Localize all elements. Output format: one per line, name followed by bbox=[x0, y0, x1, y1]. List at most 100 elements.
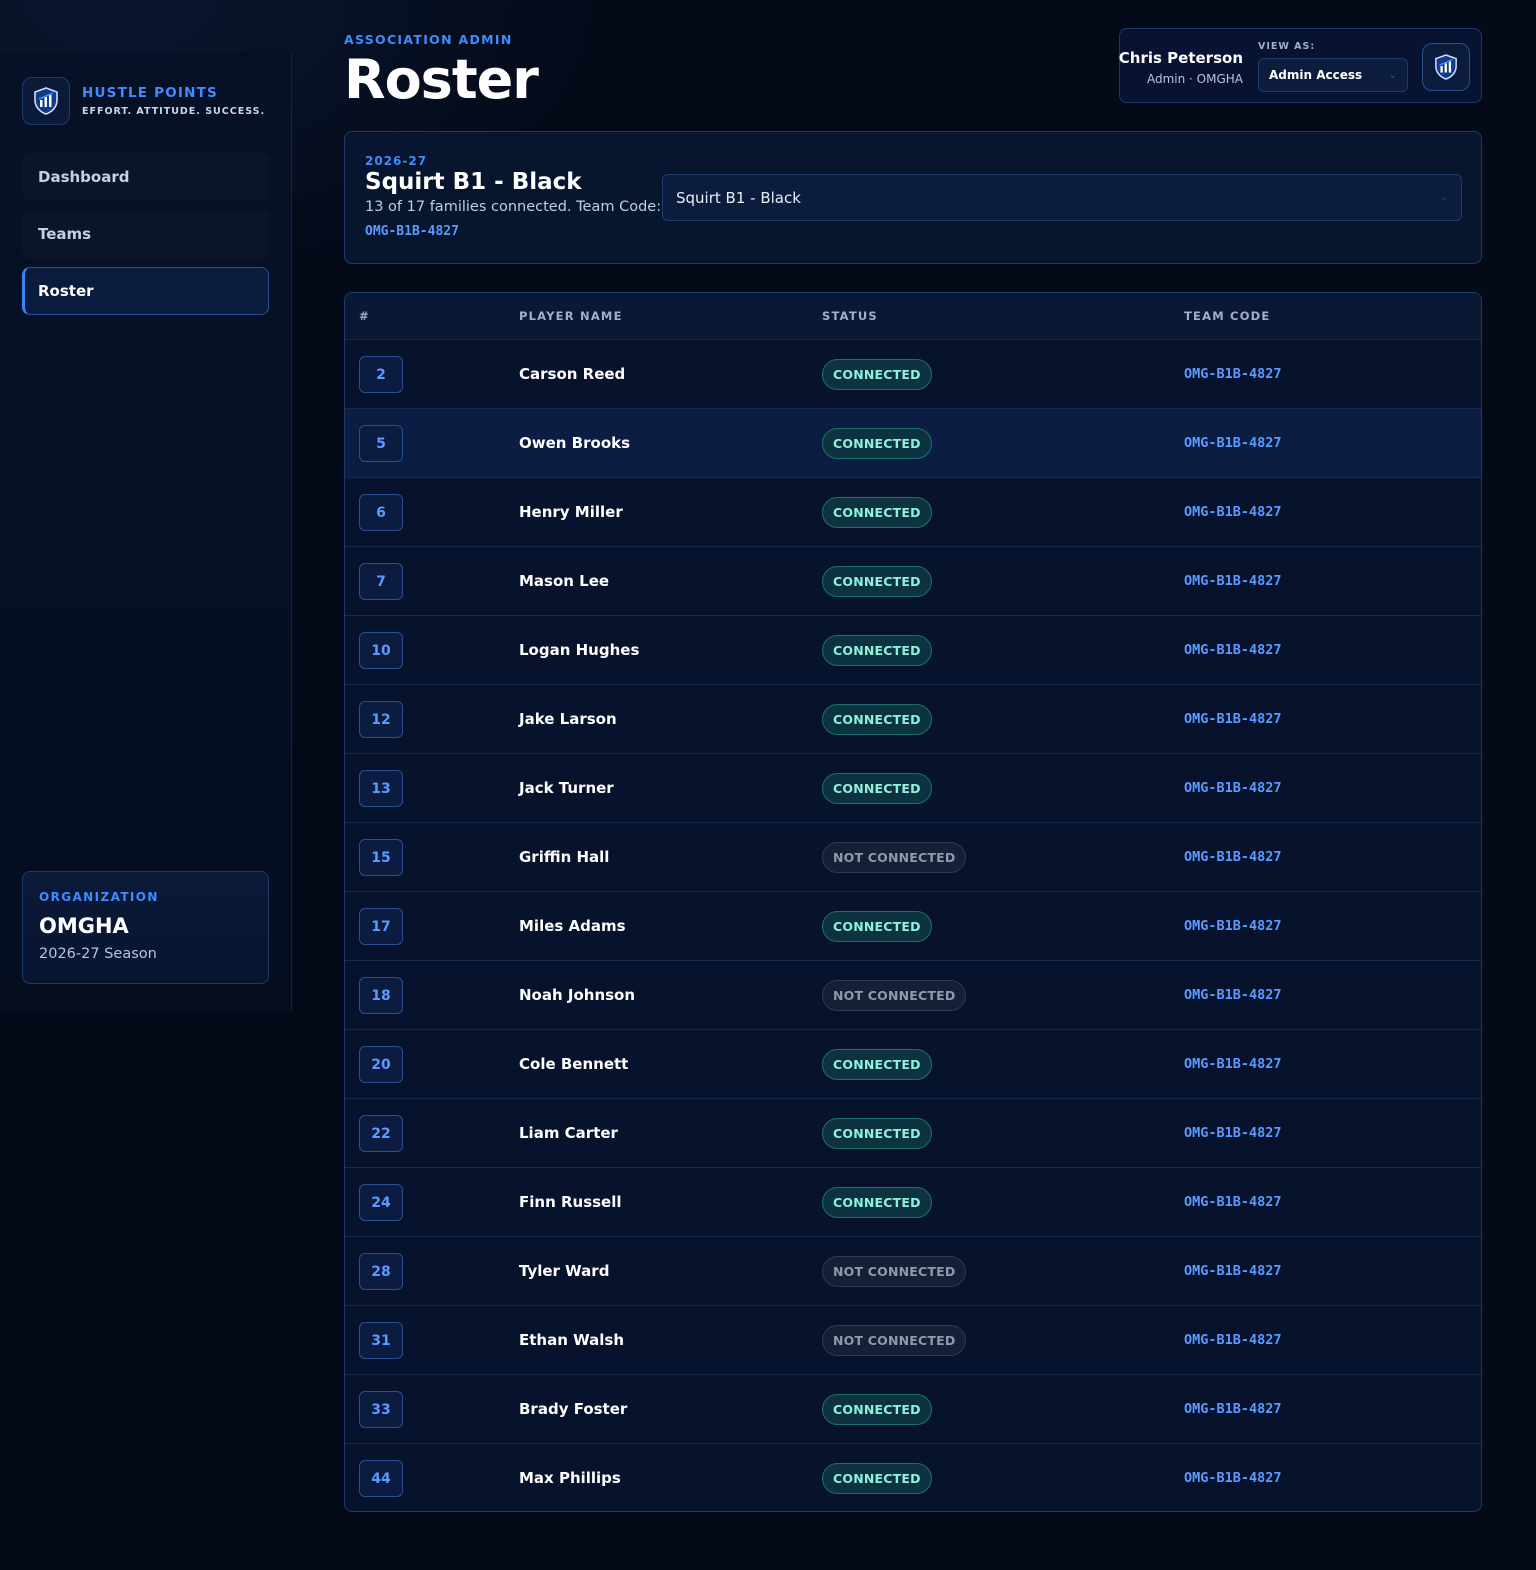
roster-table: # PLAYER NAME STATUS TEAM CODE 2 Carson R… bbox=[344, 292, 1482, 1512]
user-avatar-shield-icon[interactable] bbox=[1422, 43, 1470, 91]
header-number: # bbox=[359, 309, 370, 323]
brand[interactable]: HUSTLE POINTS EFFORT. ATTITUDE. SUCCESS. bbox=[22, 77, 265, 125]
jersey-number: 18 bbox=[359, 977, 403, 1014]
brand-tagline: EFFORT. ATTITUDE. SUCCESS. bbox=[82, 106, 266, 117]
player-name: Jake Larson bbox=[519, 710, 617, 728]
jersey-number: 20 bbox=[359, 1046, 403, 1083]
organization-label: ORGANIZATION bbox=[39, 890, 159, 904]
table-row[interactable]: 5 Owen Brooks CONNECTED OMG-B1B-4827 bbox=[345, 409, 1481, 478]
jersey-number: 5 bbox=[359, 425, 403, 462]
table-row[interactable]: 20 Cole Bennett CONNECTED OMG-B1B-4827 bbox=[345, 1030, 1481, 1099]
status-badge: CONNECTED bbox=[822, 773, 932, 804]
table-row[interactable]: 28 Tyler Ward NOT CONNECTED OMG-B1B-4827 bbox=[345, 1237, 1481, 1306]
header-status: STATUS bbox=[822, 309, 878, 323]
jersey-number: 10 bbox=[359, 632, 403, 669]
table-row[interactable]: 10 Logan Hughes CONNECTED OMG-B1B-4827 bbox=[345, 616, 1481, 685]
status-badge: NOT CONNECTED bbox=[822, 842, 967, 873]
sidebar-item-label: Roster bbox=[38, 282, 94, 300]
row-team-code: OMG-B1B-4827 bbox=[1184, 987, 1282, 1003]
player-name: Brady Foster bbox=[519, 1400, 628, 1418]
sidebar-item-dashboard[interactable]: Dashboard bbox=[22, 153, 269, 201]
jersey-number: 33 bbox=[359, 1391, 403, 1428]
sidebar-item-roster[interactable]: Roster bbox=[22, 267, 269, 315]
row-team-code: OMG-B1B-4827 bbox=[1184, 849, 1282, 865]
status-badge: CONNECTED bbox=[822, 704, 932, 735]
row-team-code: OMG-B1B-4827 bbox=[1184, 435, 1282, 451]
header-team-code: TEAM CODE bbox=[1184, 309, 1271, 323]
jersey-number: 15 bbox=[359, 839, 403, 876]
table-row[interactable]: 2 Carson Reed CONNECTED OMG-B1B-4827 bbox=[345, 340, 1481, 409]
jersey-number: 17 bbox=[359, 908, 403, 945]
table-row[interactable]: 12 Jake Larson CONNECTED OMG-B1B-4827 bbox=[345, 685, 1481, 754]
player-name: Ethan Walsh bbox=[519, 1331, 624, 1349]
jersey-number: 7 bbox=[359, 563, 403, 600]
status-badge: CONNECTED bbox=[822, 428, 932, 459]
team-name: Squirt B1 - Black bbox=[365, 169, 582, 195]
player-name: Carson Reed bbox=[519, 365, 626, 383]
jersey-number: 13 bbox=[359, 770, 403, 807]
status-badge: NOT CONNECTED bbox=[822, 980, 967, 1011]
organization-season: 2026-27 Season bbox=[39, 946, 157, 962]
jersey-number: 44 bbox=[359, 1460, 403, 1497]
view-as-select[interactable]: Admin Access ⌄ bbox=[1258, 58, 1408, 92]
status-badge: CONNECTED bbox=[822, 1394, 932, 1425]
player-name: Noah Johnson bbox=[519, 986, 636, 1004]
status-badge: CONNECTED bbox=[822, 1187, 932, 1218]
status-badge: CONNECTED bbox=[822, 359, 932, 390]
sidebar: HUSTLE POINTS EFFORT. ATTITUDE. SUCCESS.… bbox=[0, 51, 292, 1011]
table-row[interactable]: 24 Finn Russell CONNECTED OMG-B1B-4827 bbox=[345, 1168, 1481, 1237]
jersey-number: 6 bbox=[359, 494, 403, 531]
team-select-value: Squirt B1 - Black bbox=[676, 188, 801, 207]
sidebar-item-teams[interactable]: Teams bbox=[22, 210, 269, 258]
table-row[interactable]: 44 Max Phillips CONNECTED OMG-B1B-4827 bbox=[345, 1444, 1481, 1511]
table-row[interactable]: 13 Jack Turner CONNECTED OMG-B1B-4827 bbox=[345, 754, 1481, 823]
table-row[interactable]: 22 Liam Carter CONNECTED OMG-B1B-4827 bbox=[345, 1099, 1481, 1168]
row-team-code: OMG-B1B-4827 bbox=[1184, 1332, 1282, 1348]
player-name: Tyler Ward bbox=[519, 1262, 610, 1280]
status-badge: CONNECTED bbox=[822, 911, 932, 942]
team-summary-card: 2026-27 Squirt B1 - Black 13 of 17 famil… bbox=[344, 131, 1482, 264]
player-name: Max Phillips bbox=[519, 1469, 621, 1487]
row-team-code: OMG-B1B-4827 bbox=[1184, 642, 1282, 658]
player-name: Henry Miller bbox=[519, 503, 623, 521]
table-row[interactable]: 18 Noah Johnson NOT CONNECTED OMG-B1B-4827 bbox=[345, 961, 1481, 1030]
row-team-code: OMG-B1B-4827 bbox=[1184, 1401, 1282, 1417]
table-row[interactable]: 31 Ethan Walsh NOT CONNECTED OMG-B1B-4827 bbox=[345, 1306, 1481, 1375]
table-row[interactable]: 6 Henry Miller CONNECTED OMG-B1B-4827 bbox=[345, 478, 1481, 547]
table-row[interactable]: 7 Mason Lee CONNECTED OMG-B1B-4827 bbox=[345, 547, 1481, 616]
table-row[interactable]: 33 Brady Foster CONNECTED OMG-B1B-4827 bbox=[345, 1375, 1481, 1444]
row-team-code: OMG-B1B-4827 bbox=[1184, 1056, 1282, 1072]
sidebar-nav: Dashboard Teams Roster bbox=[22, 153, 269, 324]
status-badge: NOT CONNECTED bbox=[822, 1325, 967, 1356]
shield-chart-icon bbox=[22, 77, 70, 125]
player-name: Logan Hughes bbox=[519, 641, 640, 659]
jersey-number: 31 bbox=[359, 1322, 403, 1359]
table-body: 2 Carson Reed CONNECTED OMG-B1B-4827 5 Owen B… bbox=[345, 340, 1481, 1511]
sidebar-item-label: Teams bbox=[38, 225, 92, 243]
row-team-code: OMG-B1B-4827 bbox=[1184, 366, 1282, 382]
jersey-number: 2 bbox=[359, 356, 403, 393]
table-row[interactable]: 17 Miles Adams CONNECTED OMG-B1B-4827 bbox=[345, 892, 1481, 961]
player-name: Cole Bennett bbox=[519, 1055, 629, 1073]
table-row[interactable]: 15 Griffin Hall NOT CONNECTED OMG-B1B-4827 bbox=[345, 823, 1481, 892]
row-team-code: OMG-B1B-4827 bbox=[1184, 1125, 1282, 1141]
header-player-name: PLAYER NAME bbox=[519, 309, 623, 323]
player-name: Miles Adams bbox=[519, 917, 626, 935]
status-badge: CONNECTED bbox=[822, 497, 932, 528]
jersey-number: 12 bbox=[359, 701, 403, 738]
user-panel: Chris Peterson Admin · OMGHA VIEW AS: Ad… bbox=[1119, 28, 1482, 103]
jersey-number: 22 bbox=[359, 1115, 403, 1152]
row-team-code: OMG-B1B-4827 bbox=[1184, 1263, 1282, 1279]
user-name: Chris Peterson bbox=[1118, 49, 1243, 67]
user-role: Admin · OMGHA bbox=[1146, 72, 1243, 86]
status-badge: NOT CONNECTED bbox=[822, 1256, 967, 1287]
team-select[interactable]: Squirt B1 - Black ⌄ bbox=[662, 174, 1462, 221]
status-badge: CONNECTED bbox=[822, 635, 932, 666]
view-as-value: Admin Access bbox=[1269, 68, 1363, 82]
row-team-code: OMG-B1B-4827 bbox=[1184, 1194, 1282, 1210]
page-eyebrow: ASSOCIATION ADMIN bbox=[344, 32, 513, 47]
player-name: Mason Lee bbox=[519, 572, 610, 590]
player-name: Liam Carter bbox=[519, 1124, 618, 1142]
player-name: Jack Turner bbox=[519, 779, 614, 797]
page-title: Roster bbox=[344, 48, 539, 111]
